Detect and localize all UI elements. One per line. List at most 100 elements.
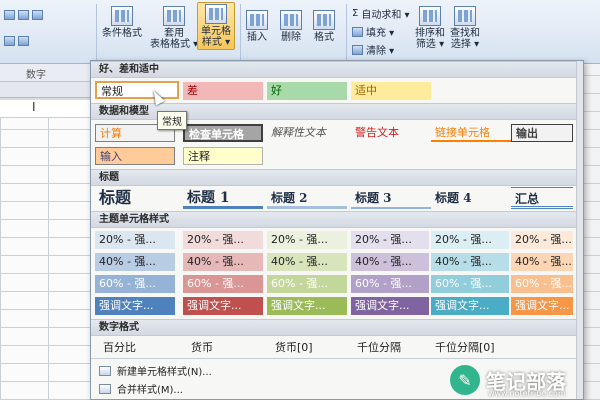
style-60pct-accent4[interactable]: 60% - 强... bbox=[351, 275, 429, 293]
style-20pct-accent5[interactable]: 20% - 强... bbox=[431, 231, 509, 249]
style-normal[interactable]: 常规 bbox=[95, 81, 179, 99]
menu-divider bbox=[91, 358, 583, 359]
style-percent[interactable]: 百分比 bbox=[99, 339, 175, 357]
merge-styles-item[interactable]: 合并样式(M)... bbox=[99, 381, 183, 396]
new-style-icon bbox=[99, 365, 111, 376]
style-heading-3[interactable]: 标题 3 bbox=[351, 187, 431, 209]
style-accent1[interactable]: 强调文字... bbox=[95, 297, 175, 315]
format-icon bbox=[313, 10, 335, 30]
cell-styles-icon bbox=[205, 4, 227, 24]
table-format-button[interactable]: 套用 表格格式 ▾ bbox=[150, 6, 198, 50]
style-20pct-accent6[interactable]: 20% - 强... bbox=[511, 231, 573, 249]
watermark-url: www.notetribe.com bbox=[488, 389, 566, 398]
style-40pct-accent3[interactable]: 40% - 强... bbox=[267, 253, 347, 271]
clear-label: 清除 ▾ bbox=[366, 46, 395, 57]
ribbon-separator bbox=[346, 4, 347, 60]
style-heading-4[interactable]: 标题 4 bbox=[431, 187, 511, 209]
style-comma[interactable]: 千位分隔 bbox=[353, 339, 429, 357]
style-heading-1[interactable]: 标题 1 bbox=[183, 187, 263, 209]
section-theme-styles: 主题单元格样式 bbox=[91, 211, 583, 228]
percent-icon[interactable] bbox=[18, 10, 29, 20]
sigma-icon: Σ bbox=[352, 8, 359, 19]
style-60pct-accent3[interactable]: 60% - 强... bbox=[267, 275, 347, 293]
style-20pct-accent3[interactable]: 20% - 强... bbox=[267, 231, 347, 249]
style-currency[interactable]: 货币 bbox=[187, 339, 263, 357]
style-accent5[interactable]: 强调文字... bbox=[431, 297, 509, 315]
style-note[interactable]: 注释 bbox=[183, 147, 263, 165]
insert-icon bbox=[246, 10, 268, 30]
ribbon: 条件格式 套用 表格格式 ▾ 单元格 样式 ▾ 插入 删除 格式 Σ 自动求和 … bbox=[0, 0, 600, 64]
insert-label: 插入 bbox=[247, 32, 267, 43]
find-select-button[interactable]: 查找和 选择 ▾ bbox=[450, 6, 480, 50]
style-60pct-accent5[interactable]: 60% - 强... bbox=[431, 275, 509, 293]
delete-icon bbox=[280, 10, 302, 30]
style-accent3[interactable]: 强调文字... bbox=[267, 297, 347, 315]
conditional-format-icon bbox=[111, 6, 133, 26]
comma-icon[interactable] bbox=[32, 10, 43, 20]
new-cell-style-label: 新建单元格样式(N)... bbox=[117, 367, 212, 378]
clear-button[interactable]: 清除 ▾ bbox=[352, 42, 394, 57]
fill-button[interactable]: 填充 ▾ bbox=[352, 24, 394, 39]
style-linked-cell[interactable]: 链接单元格 bbox=[431, 124, 511, 142]
style-warning[interactable]: 警告文本 bbox=[351, 124, 431, 142]
number-group-bar: 数字 bbox=[0, 64, 95, 82]
formula-bar[interactable] bbox=[0, 100, 96, 118]
cell-styles-button[interactable]: 单元格 样式 ▾ bbox=[197, 2, 235, 50]
sort-filter-label-2: 筛选 ▾ bbox=[415, 39, 445, 50]
style-40pct-accent2[interactable]: 40% - 强... bbox=[183, 253, 263, 271]
style-accent6[interactable]: 强调文字... bbox=[511, 297, 573, 315]
style-60pct-accent6[interactable]: 60% - 强... bbox=[511, 275, 573, 293]
find-select-label-1: 查找和 bbox=[450, 28, 480, 39]
autosum-button[interactable]: Σ 自动求和 ▾ bbox=[352, 6, 410, 21]
cell-styles-label-2: 样式 ▾ bbox=[201, 37, 231, 48]
style-check-cell[interactable]: 检查单元格 bbox=[183, 124, 263, 142]
new-cell-style-item[interactable]: 新建单元格样式(N)... bbox=[99, 363, 212, 378]
style-output[interactable]: 输出 bbox=[511, 124, 573, 142]
style-20pct-accent2[interactable]: 20% - 强... bbox=[183, 231, 263, 249]
decrease-decimal-icon[interactable] bbox=[18, 36, 29, 46]
increase-decimal-icon[interactable] bbox=[4, 36, 15, 46]
worksheet-grid[interactable] bbox=[0, 118, 96, 400]
style-60pct-accent2[interactable]: 60% - 强... bbox=[183, 275, 263, 293]
style-heading-2[interactable]: 标题 2 bbox=[267, 187, 347, 209]
style-40pct-accent1[interactable]: 40% - 强... bbox=[95, 253, 175, 271]
number-format-controls[interactable] bbox=[4, 10, 43, 20]
format-button[interactable]: 格式 bbox=[313, 10, 335, 43]
style-20pct-accent1[interactable]: 20% - 强... bbox=[95, 231, 175, 249]
table-format-label-1: 套用 bbox=[164, 28, 185, 39]
worksheet-grid-right[interactable] bbox=[583, 64, 600, 400]
section-good-bad-neutral: 好、差和适中 bbox=[91, 61, 583, 78]
style-input[interactable]: 输入 bbox=[95, 147, 175, 165]
style-60pct-accent1[interactable]: 60% - 强... bbox=[95, 275, 175, 293]
conditional-format-button[interactable]: 条件格式 bbox=[102, 6, 142, 39]
sort-filter-icon bbox=[419, 6, 441, 26]
sort-filter-button[interactable]: 排序和 筛选 ▾ bbox=[415, 6, 445, 50]
insert-button[interactable]: 插入 bbox=[246, 10, 268, 43]
style-title[interactable]: 标题 bbox=[95, 187, 175, 209]
style-accent2[interactable]: 强调文字... bbox=[183, 297, 263, 315]
style-good[interactable]: 好 bbox=[267, 82, 347, 100]
cell-styles-label-1: 单元格 bbox=[201, 26, 231, 37]
conditional-format-label: 条件格式 bbox=[102, 28, 142, 39]
style-bad[interactable]: 差 bbox=[183, 82, 263, 100]
currency-icon[interactable] bbox=[4, 10, 15, 20]
style-comma-0[interactable]: 千位分隔[0] bbox=[431, 339, 521, 357]
style-total[interactable]: 汇总 bbox=[511, 187, 573, 209]
style-currency-0[interactable]: 货币[0] bbox=[271, 339, 347, 357]
merge-styles-icon bbox=[99, 383, 111, 394]
style-40pct-accent6[interactable]: 40% - 强... bbox=[511, 253, 573, 271]
decimal-controls[interactable] bbox=[4, 36, 29, 46]
pen-logo-icon: ✎ bbox=[450, 365, 480, 395]
gallery-scrollbar[interactable] bbox=[576, 61, 583, 399]
section-number-format: 数字格式 bbox=[91, 319, 583, 336]
ribbon-separator bbox=[96, 4, 97, 60]
style-neutral[interactable]: 适中 bbox=[351, 82, 431, 100]
number-group-label: 数字 bbox=[26, 70, 46, 81]
style-explanatory[interactable]: 解释性文本 bbox=[267, 124, 349, 142]
style-40pct-accent4[interactable]: 40% - 强... bbox=[351, 253, 429, 271]
style-40pct-accent5[interactable]: 40% - 强... bbox=[431, 253, 509, 271]
find-select-label-2: 选择 ▾ bbox=[450, 39, 480, 50]
style-20pct-accent4[interactable]: 20% - 强... bbox=[351, 231, 429, 249]
delete-button[interactable]: 删除 bbox=[280, 10, 302, 43]
style-accent4[interactable]: 强调文字... bbox=[351, 297, 429, 315]
